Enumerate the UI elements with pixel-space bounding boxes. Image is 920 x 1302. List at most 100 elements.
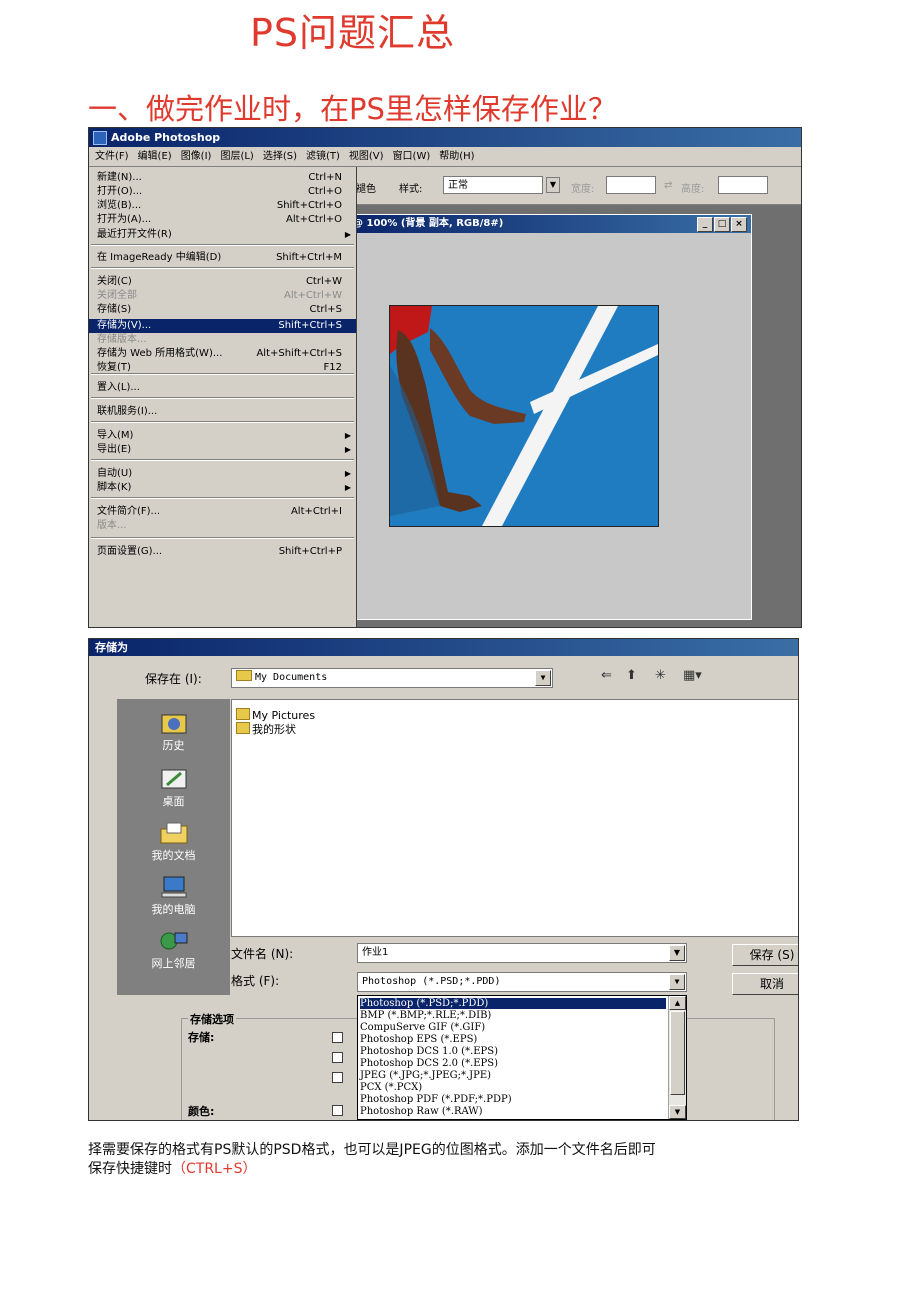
file-menu-item[interactable]: 打开为(A)... Alt+Ctrl+O bbox=[89, 213, 356, 227]
document-window-title-text: @ 100% (背景 副本, RGB/8#) bbox=[353, 218, 504, 229]
format-option[interactable]: BMP (*.BMP;*.RLE;*.DIB) bbox=[360, 1010, 666, 1021]
up-folder-icon[interactable]: ⬆ bbox=[626, 668, 637, 683]
file-menu-item[interactable]: 页面设置(G)... Shift+Ctrl+P bbox=[89, 545, 356, 559]
dropdown-scrollbar[interactable]: ▲ ▼ bbox=[668, 996, 686, 1119]
list-item[interactable]: 我的形状 bbox=[236, 722, 296, 736]
file-menu-item[interactable]: 存储为 Web 所用格式(W)... Alt+Shift+Ctrl+S bbox=[89, 347, 356, 361]
menu-item[interactable]: 图层(L) bbox=[220, 151, 253, 162]
menu-separator bbox=[91, 267, 354, 269]
file-list[interactable]: My Pictures 我的形状 bbox=[231, 699, 798, 937]
format-select[interactable]: Photoshop (*.PSD;*.PDD) ▼ bbox=[357, 972, 687, 992]
chevron-down-icon[interactable]: ▼ bbox=[669, 974, 685, 990]
menu-separator bbox=[91, 373, 354, 375]
menu-item-label: 打开为(A)... bbox=[97, 214, 152, 225]
file-menu-item[interactable]: 新建(N)... Ctrl+N bbox=[89, 171, 356, 185]
menu-item-shortcut: Alt+Ctrl+O bbox=[286, 214, 342, 225]
menu-item-label: 导出(E) bbox=[97, 444, 132, 455]
list-item[interactable]: My Pictures bbox=[236, 708, 315, 722]
format-option[interactable]: Photoshop (*.PSD;*.PDD) bbox=[360, 998, 666, 1009]
place-my-documents[interactable]: 我的文档 bbox=[117, 821, 230, 863]
height-field[interactable] bbox=[718, 176, 768, 194]
menu-item[interactable]: 文件(F) bbox=[95, 151, 129, 162]
style-select[interactable]: 正常 bbox=[443, 176, 543, 194]
save-options-legend: 存储选项 bbox=[188, 1011, 236, 1027]
file-menu-item[interactable]: 版本... bbox=[89, 519, 356, 533]
minimize-icon[interactable]: _ bbox=[697, 217, 713, 232]
place-history[interactable]: 历史 bbox=[117, 711, 230, 753]
place-network[interactable]: 网上邻居 bbox=[117, 929, 230, 971]
chevron-down-icon[interactable]: ▼ bbox=[669, 945, 685, 961]
file-menu-item[interactable]: 最近打开文件(R) ▶ bbox=[89, 228, 356, 242]
file-menu-item[interactable]: 浏览(B)... Shift+Ctrl+O bbox=[89, 199, 356, 213]
menu-item[interactable]: 帮助(H) bbox=[439, 151, 474, 162]
file-menu-item[interactable]: 导入(M) ▶ bbox=[89, 429, 356, 443]
file-menu-item[interactable]: 关闭(C) Ctrl+W bbox=[89, 275, 356, 289]
file-menu-item[interactable]: 置入(L)... bbox=[89, 381, 356, 395]
style-dropdown-button[interactable]: ▼ bbox=[546, 177, 560, 193]
format-option[interactable]: Photoshop DCS 1.0 (*.EPS) bbox=[360, 1046, 666, 1057]
desktop-icon bbox=[161, 769, 186, 789]
color-label: 颜色: bbox=[188, 1105, 215, 1118]
file-menu-item[interactable]: 在 ImageReady 中编辑(D) Shift+Ctrl+M bbox=[89, 251, 356, 265]
menu-separator bbox=[91, 537, 354, 539]
file-name: My Pictures bbox=[252, 709, 316, 722]
save-button[interactable]: 保存 (S) bbox=[732, 944, 798, 966]
body-line-1: 择需要保存的格式有PS默认的PSD格式，也可以是JPEG的位图格式。添加一个文件… bbox=[88, 1142, 656, 1158]
menu-item[interactable]: 图像(I) bbox=[181, 151, 212, 162]
format-option[interactable]: Photoshop EPS (*.EPS) bbox=[360, 1034, 666, 1045]
new-folder-icon[interactable]: ✳ bbox=[655, 668, 666, 683]
view-menu-icon[interactable]: ▦▾ bbox=[683, 668, 702, 683]
file-menu-item[interactable]: 打开(O)... Ctrl+O bbox=[89, 185, 356, 199]
close-icon[interactable]: × bbox=[731, 217, 747, 232]
file-menu-item[interactable]: 存储为(V)... Shift+Ctrl+S bbox=[89, 319, 356, 333]
menu-item-shortcut: Shift+Ctrl+S bbox=[278, 320, 342, 331]
menu-item[interactable]: 编辑(E) bbox=[138, 151, 172, 162]
file-menu-item[interactable]: 存储(S) Ctrl+S bbox=[89, 303, 356, 317]
save-option-checkbox[interactable] bbox=[332, 1052, 343, 1063]
menu-item[interactable]: 窗口(W) bbox=[393, 151, 431, 162]
document-title: PS问题汇总 bbox=[250, 11, 456, 55]
maximize-icon[interactable]: □ bbox=[714, 217, 730, 232]
chevron-down-icon[interactable]: ▼ bbox=[535, 670, 551, 686]
document-window[interactable]: @ 100% (背景 副本, RGB/8#) _ □ × bbox=[346, 214, 752, 620]
filename-field[interactable]: 作业1 ▼ bbox=[357, 943, 687, 963]
file-menu-item[interactable]: 存储版本... bbox=[89, 333, 356, 347]
save-in-combo[interactable]: My Documents ▼ bbox=[231, 668, 553, 688]
format-option[interactable]: CompuServe GIF (*.GIF) bbox=[360, 1022, 666, 1033]
file-menu-item[interactable]: 联机服务(I)... bbox=[89, 405, 356, 419]
scroll-down-icon[interactable]: ▼ bbox=[669, 1105, 686, 1119]
format-option[interactable]: Photoshop PDF (*.PDF;*.PDP) bbox=[360, 1094, 666, 1105]
menu-item-label: 打开(O)... bbox=[97, 186, 143, 197]
back-icon[interactable]: ⇐ bbox=[601, 668, 612, 683]
scroll-up-icon[interactable]: ▲ bbox=[669, 996, 686, 1010]
file-menu-item[interactable]: 自动(U) ▶ bbox=[89, 467, 356, 481]
menu-item-label: 浏览(B)... bbox=[97, 200, 142, 211]
format-option[interactable]: PCX (*.PCX) bbox=[360, 1082, 666, 1093]
scroll-thumb[interactable] bbox=[670, 1011, 685, 1095]
menu-item[interactable]: 视图(V) bbox=[349, 151, 384, 162]
file-menu-item[interactable]: 关闭全部 Alt+Ctrl+W bbox=[89, 289, 356, 303]
save-option-checkbox[interactable] bbox=[332, 1032, 343, 1043]
swap-icon[interactable]: ⇄ bbox=[664, 180, 672, 191]
save-option-checkbox[interactable] bbox=[332, 1072, 343, 1083]
menu-item-label: 文件简介(F)... bbox=[97, 506, 161, 517]
history-icon bbox=[161, 714, 186, 734]
width-field[interactable] bbox=[606, 176, 656, 194]
file-menu-item[interactable]: 文件简介(F)... Alt+Ctrl+I bbox=[89, 505, 356, 519]
file-name: 我的形状 bbox=[252, 723, 296, 736]
format-option[interactable]: Photoshop Raw (*.RAW) bbox=[360, 1106, 666, 1117]
body-line-2-prefix: 保存快捷键时 bbox=[88, 1161, 172, 1177]
format-option[interactable]: JPEG (*.JPG;*.JPEG;*.JPE) bbox=[360, 1070, 666, 1081]
place-my-computer[interactable]: 我的电脑 bbox=[117, 875, 230, 917]
cancel-button[interactable]: 取消 bbox=[732, 973, 798, 995]
file-menu-item[interactable]: 导出(E) ▶ bbox=[89, 443, 356, 457]
color-option-checkbox[interactable] bbox=[332, 1105, 343, 1116]
menu-item[interactable]: 滤镜(T) bbox=[306, 151, 340, 162]
file-menu-item[interactable]: 脚本(K) ▶ bbox=[89, 481, 356, 495]
place-desktop[interactable]: 桌面 bbox=[117, 767, 230, 809]
filename-label: 文件名 (N): bbox=[231, 947, 294, 961]
menu-item[interactable]: 选择(S) bbox=[263, 151, 297, 162]
format-option[interactable]: Photoshop DCS 2.0 (*.EPS) bbox=[360, 1058, 666, 1069]
folder-icon bbox=[236, 722, 250, 734]
place-label-my-documents: 我的文档 bbox=[151, 849, 196, 862]
